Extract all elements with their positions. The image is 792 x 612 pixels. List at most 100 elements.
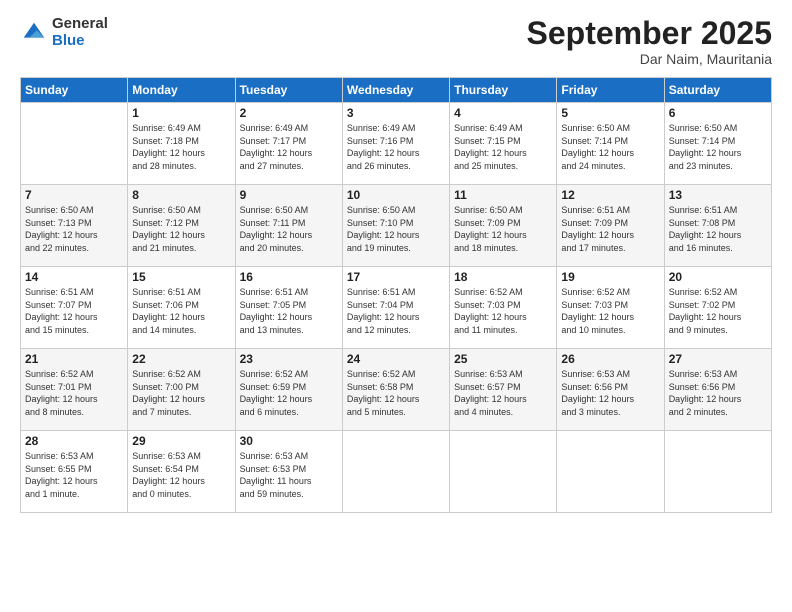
- day-info: Sunrise: 6:53 AM Sunset: 6:56 PM Dayligh…: [561, 368, 659, 418]
- day-info: Sunrise: 6:49 AM Sunset: 7:16 PM Dayligh…: [347, 122, 445, 172]
- day-number: 16: [240, 270, 338, 284]
- day-info: Sunrise: 6:51 AM Sunset: 7:06 PM Dayligh…: [132, 286, 230, 336]
- calendar-cell: 30Sunrise: 6:53 AM Sunset: 6:53 PM Dayli…: [235, 431, 342, 513]
- week-row-5: 28 Sunrise: 6:53 AM Sunset: 6:55 PM Dayli…: [21, 431, 772, 513]
- day-number: 26: [561, 352, 659, 366]
- day-number: 4: [454, 106, 552, 120]
- day-info: Sunrise: 6:53 AM Sunset: 6:55 PM Dayligh…: [25, 450, 123, 500]
- day-number: 17: [347, 270, 445, 284]
- month-title: September 2025: [527, 16, 772, 51]
- day-info: Sunrise: 6:52 AM Sunset: 7:03 PM Dayligh…: [561, 286, 659, 336]
- day-info: Sunrise: 6:52 AM Sunset: 6:59 PM Dayligh…: [240, 368, 338, 418]
- col-saturday: Saturday: [664, 78, 771, 103]
- day-info: Sunrise: 6:50 AM Sunset: 7:11 PM Dayligh…: [240, 204, 338, 254]
- day-number: 25: [454, 352, 552, 366]
- day-info: Sunrise: 6:50 AM Sunset: 7:14 PM Dayligh…: [669, 122, 767, 172]
- day-number: 24: [347, 352, 445, 366]
- day-info: Sunrise: 6:50 AM Sunset: 7:14 PM Dayligh…: [561, 122, 659, 172]
- day-info: Sunrise: 6:53 AM Sunset: 6:57 PM Dayligh…: [454, 368, 552, 418]
- calendar-cell: 1Sunrise: 6:49 AM Sunset: 7:18 PM Daylig…: [128, 103, 235, 185]
- calendar-cell: 13 Sunrise: 6:51 AM Sunset: 7:08 PM Dayli…: [664, 185, 771, 267]
- calendar-cell: 3 Sunrise: 6:49 AM Sunset: 7:16 PM Daylig…: [342, 103, 449, 185]
- logo-blue: Blue: [52, 33, 108, 50]
- week-row-1: 1Sunrise: 6:49 AM Sunset: 7:18 PM Daylig…: [21, 103, 772, 185]
- day-info: Sunrise: 6:51 AM Sunset: 7:08 PM Dayligh…: [669, 204, 767, 254]
- day-info: Sunrise: 6:49 AM Sunset: 7:17 PM Dayligh…: [240, 122, 338, 172]
- calendar-cell: [342, 431, 449, 513]
- day-number: 19: [561, 270, 659, 284]
- calendar-cell: 23 Sunrise: 6:52 AM Sunset: 6:59 PM Dayli…: [235, 349, 342, 431]
- calendar-cell: 5Sunrise: 6:50 AM Sunset: 7:14 PM Daylig…: [557, 103, 664, 185]
- title-block: September 2025 Dar Naim, Mauritania: [527, 16, 772, 67]
- col-monday: Monday: [128, 78, 235, 103]
- day-info: Sunrise: 6:52 AM Sunset: 7:02 PM Dayligh…: [669, 286, 767, 336]
- day-info: Sunrise: 6:50 AM Sunset: 7:10 PM Dayligh…: [347, 204, 445, 254]
- day-info: Sunrise: 6:53 AM Sunset: 6:54 PM Dayligh…: [132, 450, 230, 500]
- day-info: Sunrise: 6:53 AM Sunset: 6:56 PM Dayligh…: [669, 368, 767, 418]
- day-number: 11: [454, 188, 552, 202]
- day-number: 10: [347, 188, 445, 202]
- calendar-cell: 17 Sunrise: 6:51 AM Sunset: 7:04 PM Dayli…: [342, 267, 449, 349]
- calendar-cell: 8Sunrise: 6:50 AM Sunset: 7:12 PM Daylig…: [128, 185, 235, 267]
- day-info: Sunrise: 6:49 AM Sunset: 7:15 PM Dayligh…: [454, 122, 552, 172]
- week-row-4: 21Sunrise: 6:52 AM Sunset: 7:01 PM Dayli…: [21, 349, 772, 431]
- logo: General Blue: [20, 16, 108, 49]
- calendar-cell: 2 Sunrise: 6:49 AM Sunset: 7:17 PM Daylig…: [235, 103, 342, 185]
- calendar-cell: [21, 103, 128, 185]
- day-info: Sunrise: 6:51 AM Sunset: 7:05 PM Dayligh…: [240, 286, 338, 336]
- day-info: Sunrise: 6:49 AM Sunset: 7:18 PM Dayligh…: [132, 122, 230, 172]
- col-tuesday: Tuesday: [235, 78, 342, 103]
- col-wednesday: Wednesday: [342, 78, 449, 103]
- day-number: 20: [669, 270, 767, 284]
- calendar-cell: [557, 431, 664, 513]
- week-row-2: 7Sunrise: 6:50 AM Sunset: 7:13 PM Daylig…: [21, 185, 772, 267]
- day-info: Sunrise: 6:52 AM Sunset: 7:03 PM Dayligh…: [454, 286, 552, 336]
- col-thursday: Thursday: [450, 78, 557, 103]
- location: Dar Naim, Mauritania: [527, 51, 772, 67]
- day-number: 2: [240, 106, 338, 120]
- day-number: 28: [25, 434, 123, 448]
- day-number: 23: [240, 352, 338, 366]
- day-number: 27: [669, 352, 767, 366]
- calendar-page: General Blue September 2025 Dar Naim, Ma…: [0, 0, 792, 612]
- day-number: 6: [669, 106, 767, 120]
- day-number: 13: [669, 188, 767, 202]
- day-number: 15: [132, 270, 230, 284]
- calendar-cell: 15 Sunrise: 6:51 AM Sunset: 7:06 PM Dayli…: [128, 267, 235, 349]
- col-sunday: Sunday: [21, 78, 128, 103]
- calendar-cell: 7Sunrise: 6:50 AM Sunset: 7:13 PM Daylig…: [21, 185, 128, 267]
- calendar-table: Sunday Monday Tuesday Wednesday Thursday…: [20, 77, 772, 513]
- calendar-cell: 25 Sunrise: 6:53 AM Sunset: 6:57 PM Dayli…: [450, 349, 557, 431]
- day-number: 29: [132, 434, 230, 448]
- calendar-cell: 27 Sunrise: 6:53 AM Sunset: 6:56 PM Dayli…: [664, 349, 771, 431]
- header: General Blue September 2025 Dar Naim, Ma…: [20, 16, 772, 67]
- calendar-cell: 26 Sunrise: 6:53 AM Sunset: 6:56 PM Dayli…: [557, 349, 664, 431]
- day-info: Sunrise: 6:51 AM Sunset: 7:09 PM Dayligh…: [561, 204, 659, 254]
- day-number: 7: [25, 188, 123, 202]
- calendar-cell: 22 Sunrise: 6:52 AM Sunset: 7:00 PM Dayli…: [128, 349, 235, 431]
- calendar-header-row: Sunday Monday Tuesday Wednesday Thursday…: [21, 78, 772, 103]
- week-row-3: 14 Sunrise: 6:51 AM Sunset: 7:07 PM Dayli…: [21, 267, 772, 349]
- day-info: Sunrise: 6:52 AM Sunset: 7:00 PM Dayligh…: [132, 368, 230, 418]
- day-info: Sunrise: 6:51 AM Sunset: 7:04 PM Dayligh…: [347, 286, 445, 336]
- day-number: 14: [25, 270, 123, 284]
- logo-general: General: [52, 16, 108, 33]
- col-friday: Friday: [557, 78, 664, 103]
- day-number: 3: [347, 106, 445, 120]
- day-info: Sunrise: 6:53 AM Sunset: 6:53 PM Dayligh…: [240, 450, 338, 500]
- calendar-cell: 24Sunrise: 6:52 AM Sunset: 6:58 PM Dayli…: [342, 349, 449, 431]
- calendar-cell: 18 Sunrise: 6:52 AM Sunset: 7:03 PM Dayli…: [450, 267, 557, 349]
- calendar-cell: 21Sunrise: 6:52 AM Sunset: 7:01 PM Dayli…: [21, 349, 128, 431]
- day-number: 18: [454, 270, 552, 284]
- day-number: 8: [132, 188, 230, 202]
- logo-icon: [20, 19, 48, 47]
- calendar-cell: 6 Sunrise: 6:50 AM Sunset: 7:14 PM Daylig…: [664, 103, 771, 185]
- day-number: 9: [240, 188, 338, 202]
- calendar-cell: [450, 431, 557, 513]
- calendar-cell: 14 Sunrise: 6:51 AM Sunset: 7:07 PM Dayli…: [21, 267, 128, 349]
- day-number: 12: [561, 188, 659, 202]
- day-info: Sunrise: 6:51 AM Sunset: 7:07 PM Dayligh…: [25, 286, 123, 336]
- calendar-cell: 9 Sunrise: 6:50 AM Sunset: 7:11 PM Daylig…: [235, 185, 342, 267]
- calendar-cell: [664, 431, 771, 513]
- day-number: 22: [132, 352, 230, 366]
